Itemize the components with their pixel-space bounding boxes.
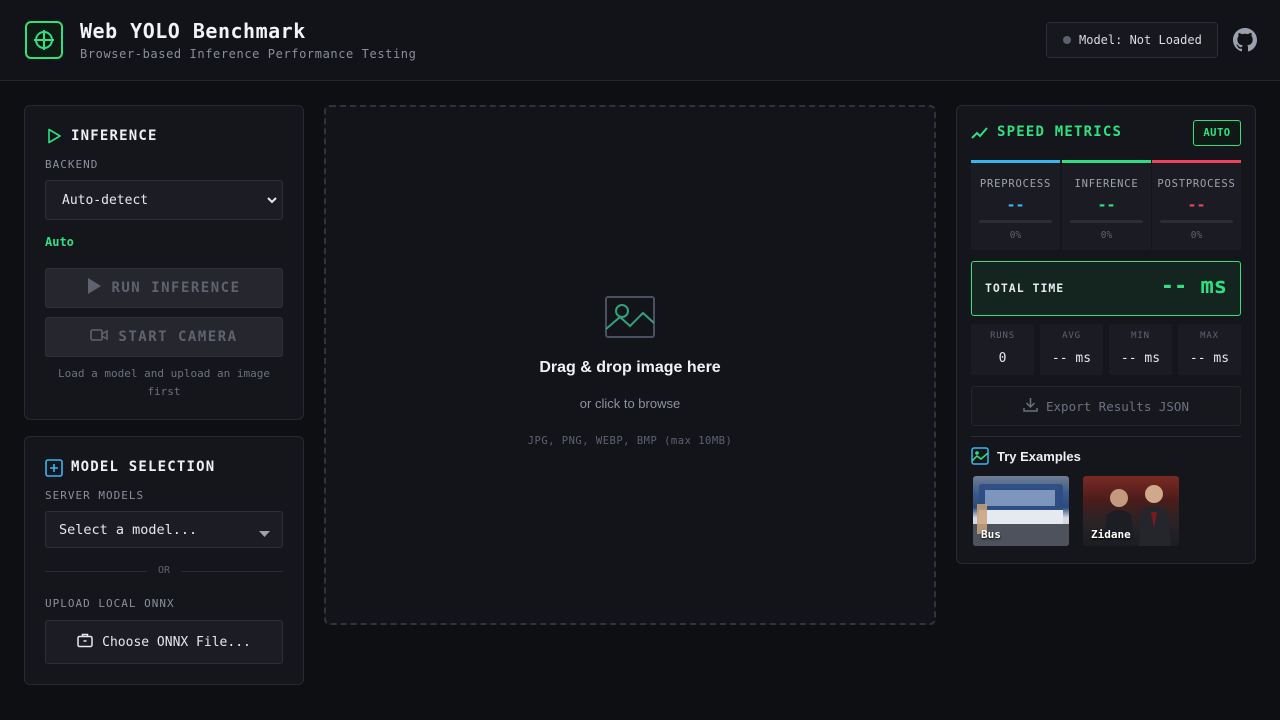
metric-name: INFERENCE [1074,178,1139,190]
dropzone-formats: JPG, PNG, WEBP, BMP (max 10MB) [527,435,733,447]
metric-value: -- [1097,196,1116,214]
export-results-button[interactable]: Export Results JSON [971,386,1241,426]
chevron-down-icon [266,194,278,210]
divider-right [182,571,283,572]
metric-percent: 0% [1100,230,1113,241]
dropzone-subtitle: or click to browse [579,396,681,411]
total-time-box: TOTAL TIME -- ms [971,261,1241,316]
image-dropzone[interactable]: Drag & drop image here or click to brows… [324,105,936,625]
metric-progress-bar [1070,220,1143,223]
play-icon [87,278,102,298]
server-model-select[interactable]: Select a model... [45,511,283,548]
image-placeholder-icon [605,296,657,344]
inference-title: INFERENCE [71,128,158,144]
inference-metric: INFERENCE -- 0% [1062,160,1151,250]
github-icon[interactable] [1233,28,1257,52]
model-selection-panel: MODEL SELECTION SERVER MODELS Select a m… [24,436,304,685]
run-inference-button[interactable]: RUN INFERENCE [45,268,283,308]
metric-value: -- [1187,196,1206,214]
run-inference-label: RUN INFERENCE [111,280,241,296]
preprocess-metric: PREPROCESS -- 0% [971,160,1060,250]
total-time-value: -- ms [1160,274,1227,299]
stat-name: AVG [1062,331,1081,341]
plus-box-icon [45,459,63,481]
briefcase-icon [77,632,93,652]
example-zidane-thumbnail[interactable]: Zidane [1083,476,1179,546]
app-title: Web YOLO Benchmark [80,19,306,43]
server-model-placeholder: Select a model... [59,521,198,538]
speed-metrics-title: SPEED METRICS [997,124,1123,140]
runs-stat: RUNS 0 [971,324,1034,375]
total-time-label: TOTAL TIME [985,281,1065,295]
start-camera-button[interactable]: START CAMERA [45,317,283,357]
download-icon [1023,397,1038,415]
metric-name: PREPROCESS [979,178,1052,190]
metric-progress-bar [979,220,1052,223]
example-bus-label: Bus [981,528,1001,541]
metric-percent: 0% [1009,230,1022,241]
stat-name: MAX [1200,331,1219,341]
metric-percent: 0% [1190,230,1203,241]
model-status-badge: Model: Not Loaded [1046,22,1218,58]
stat-name: MIN [1131,331,1150,341]
caret-down-icon [259,526,270,542]
backend-label: BACKEND [45,158,99,171]
metric-name: POSTPROCESS [1157,178,1236,190]
backend-select-value: Auto-detect [62,192,149,208]
postprocess-metric: POSTPROCESS -- 0% [1152,160,1241,250]
or-separator: OR [157,565,171,576]
app-subtitle: Browser-based Inference Performance Test… [80,47,417,61]
max-stat: MAX -- ms [1178,324,1241,375]
play-icon [46,128,62,148]
stat-value: -- ms [1051,351,1092,366]
upload-onnx-label: UPLOAD LOCAL ONNX [45,597,175,610]
metric-progress-bar [1160,220,1233,223]
avg-stat: AVG -- ms [1040,324,1103,375]
choose-onnx-label: Choose ONNX File... [102,634,251,650]
choose-onnx-button[interactable]: Choose ONNX File... [45,620,283,664]
trending-up-icon [971,125,989,145]
backend-select[interactable]: Auto-detect [45,180,283,220]
inference-hint: Load a model and upload an image first [58,367,270,398]
metric-value: -- [1006,196,1025,214]
export-results-label: Export Results JSON [1046,398,1189,414]
examples-divider [971,436,1241,437]
stat-value: -- ms [1189,351,1230,366]
stat-value: 0 [998,351,1007,366]
auto-badge: AUTO [1193,120,1241,146]
example-bus-thumbnail[interactable]: Bus [973,476,1069,546]
image-icon [971,447,989,469]
divider-left [45,571,147,572]
stat-name: RUNS [990,331,1015,341]
dropzone-title: Drag & drop image here [539,359,721,376]
app-header: Web YOLO Benchmark Browser-based Inferen… [0,0,1280,81]
stat-value: -- ms [1120,351,1161,366]
crosshair-logo-icon [25,21,63,59]
model-status-text: Model: Not Loaded [1079,33,1202,47]
server-models-label: SERVER MODELS [45,489,145,502]
example-zidane-label: Zidane [1091,528,1131,541]
start-camera-label: START CAMERA [118,329,238,345]
try-examples-title: Try Examples [997,449,1081,464]
status-dot-icon [1063,36,1071,44]
min-stat: MIN -- ms [1109,324,1172,375]
inference-panel: INFERENCE BACKEND Auto-detect Auto RUN I… [24,105,304,420]
model-selection-title: MODEL SELECTION [71,459,216,475]
backend-status: Auto [45,235,74,249]
video-camera-icon [90,328,109,346]
